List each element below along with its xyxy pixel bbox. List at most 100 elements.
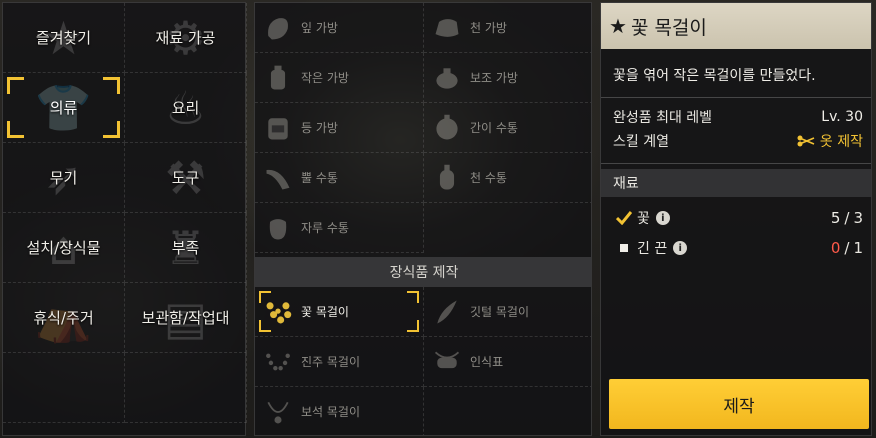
divider <box>601 163 871 164</box>
item-simple-canteen[interactable]: 간이 수통 <box>424 103 591 153</box>
selection-corner <box>259 320 271 332</box>
item-side-bag[interactable]: 보조 가방 <box>424 53 591 103</box>
gem-necklace-icon <box>261 395 295 429</box>
category-label: 의류 <box>49 99 78 117</box>
material-row: 긴 끈 i 0/1 <box>615 237 863 259</box>
category-4[interactable]: ♨ 요리 <box>125 73 247 143</box>
check-icon <box>615 211 633 225</box>
category-label: 재료 가공 <box>155 29 216 47</box>
cloth-bag-icon <box>430 11 464 45</box>
horn-canteen-icon <box>261 161 295 195</box>
skill-label: 스킬 계열 <box>613 134 669 150</box>
section-header-accessory-crafting: 장식품 제작 <box>255 257 591 287</box>
max-level-value: Lv. 30 <box>821 109 863 125</box>
skill-value: 옷 제작 <box>796 131 863 151</box>
item-backpack[interactable]: 등 가방 <box>255 103 424 153</box>
item-cloth-canteen[interactable]: 천 수통 <box>424 153 591 203</box>
category-label: 즐겨찾기 <box>35 29 92 47</box>
accessory-pearl-necklace[interactable]: 진주 목걸이 <box>255 337 424 387</box>
material-count: 5/3 <box>831 209 863 227</box>
item-name: 보석 목걸이 <box>301 405 361 419</box>
material-name: 긴 끈 <box>637 241 668 257</box>
category-7[interactable]: ⌂ 설치/장식물 <box>3 213 125 283</box>
category-5[interactable]: ➶ 무기 <box>3 143 125 213</box>
selection-corner <box>103 77 120 94</box>
category-label: 휴식/주거 <box>33 309 94 327</box>
category-grid: ★ 즐겨찾기 ⚙ 재료 가공 👕 의류 ♨ 요리 ➶ 무기 ⚒ 도구 ⌂ 설치/장식물 ♜ 부족 ⛺ 휴식/주거 ▤… <box>3 3 247 437</box>
item-name: 천 가방 <box>470 21 507 35</box>
small-bag-icon <box>261 61 295 95</box>
category-8[interactable]: ♜ 부족 <box>125 213 247 283</box>
pearl-necklace-icon <box>261 345 295 379</box>
item-horn-canteen[interactable]: 뿔 수통 <box>255 153 424 203</box>
skill-value-text: 옷 제작 <box>819 134 863 150</box>
category-6[interactable]: ⚒ 도구 <box>125 143 247 213</box>
category-label: 부족 <box>171 239 200 257</box>
category-10[interactable]: ▤ 보관함/작업대 <box>125 283 247 353</box>
dogtag-icon <box>430 345 464 379</box>
materials-header: 재료 <box>601 169 871 197</box>
item-cloth-bag[interactable]: 천 가방 <box>424 3 591 53</box>
skill-row: 스킬 계열 옷 제작 <box>613 131 863 151</box>
selection-corner <box>7 121 24 138</box>
simple-canteen-icon <box>430 111 464 145</box>
selection-corner <box>407 320 419 332</box>
material-name: 꽃 <box>637 211 650 227</box>
material-count: 0/1 <box>831 239 863 257</box>
item-sack-canteen[interactable]: 자루 수통 <box>255 203 424 253</box>
feather-necklace-icon <box>430 295 464 329</box>
item-title: 꽃 목걸이 <box>630 16 707 39</box>
material-row: 꽃 i 5/3 <box>615 207 863 229</box>
craft-button[interactable]: 제작 <box>609 379 869 429</box>
material-have: 0 <box>830 239 841 257</box>
info-icon[interactable]: i <box>673 241 688 255</box>
material-need: 1 <box>853 239 863 257</box>
item-description: 꽃을 엮어 작은 목걸이를 만들었다. <box>613 68 816 84</box>
item-name: 깃털 목걸이 <box>470 305 530 319</box>
accessory-flower-necklace[interactable]: 꽃 목걸이 <box>255 287 424 337</box>
selection-corner <box>7 77 24 94</box>
selection-corner <box>407 291 419 303</box>
category-panel: ★ 즐겨찾기 ⚙ 재료 가공 👕 의류 ♨ 요리 ➶ 무기 ⚒ 도구 ⌂ 설치/장식물 ♜ 부족 ⛺ 휴식/주거 ▤… <box>2 2 247 437</box>
category-12 <box>125 353 247 423</box>
category-9[interactable]: ⛺ 휴식/주거 <box>3 283 125 353</box>
item-leaf-bag[interactable]: 잎 가방 <box>255 3 424 53</box>
info-icon[interactable]: i <box>655 211 670 225</box>
max-level-row: 완성품 최대 레벨 Lv. 30 <box>613 107 863 127</box>
category-1[interactable]: ★ 즐겨찾기 <box>3 3 125 73</box>
category-label: 설치/장식물 <box>26 239 101 257</box>
item-list-panel: 잎 가방 천 가방작은 가방 보조 가방등 가방 간이 수통뿔 수통 천 수통자루 수통… <box>254 2 592 436</box>
material-have: 5 <box>830 209 841 227</box>
selection-corner <box>103 121 120 138</box>
selection-corner <box>259 291 271 303</box>
category-label: 무기 <box>49 169 78 187</box>
category-label: 요리 <box>171 99 200 117</box>
item-name: 작은 가방 <box>301 71 349 85</box>
detail-panel: ★ 꽃 목걸이 꽃을 엮어 작은 목걸이를 만들었다. 완성품 최대 레벨 Lv… <box>600 2 872 436</box>
cloth-canteen-icon <box>430 161 464 195</box>
category-11 <box>3 353 125 423</box>
item-name: 등 가방 <box>301 121 338 135</box>
item-small-bag[interactable]: 작은 가방 <box>255 53 424 103</box>
accessory-dogtag[interactable]: 인식표 <box>424 337 591 387</box>
category-label: 보관함/작업대 <box>141 309 230 327</box>
category-label: 도구 <box>171 169 200 187</box>
item-name: 간이 수통 <box>470 121 518 135</box>
item-name: 잎 가방 <box>301 21 338 35</box>
item-name: 보조 가방 <box>470 71 518 85</box>
item-name: 인식표 <box>470 355 504 369</box>
category-3[interactable]: 👕 의류 <box>3 73 125 143</box>
item-name: 자루 수통 <box>301 221 349 235</box>
accessory-feather-necklace[interactable]: 깃털 목걸이 <box>424 287 591 337</box>
item-name: 뿔 수통 <box>301 171 338 185</box>
divider <box>601 97 871 98</box>
item-name: 꽃 목걸이 <box>301 305 349 319</box>
item-name: 천 수통 <box>470 171 507 185</box>
item-name: 진주 목걸이 <box>301 355 361 369</box>
favorite-star-icon[interactable]: ★ <box>609 14 627 38</box>
material-need: 3 <box>853 209 863 227</box>
item-title-bar: ★ 꽃 목걸이 <box>601 3 871 49</box>
category-2[interactable]: ⚙ 재료 가공 <box>125 3 247 73</box>
material-sep: / <box>844 209 850 227</box>
accessory-gem-necklace[interactable]: 보석 목걸이 <box>255 387 424 435</box>
